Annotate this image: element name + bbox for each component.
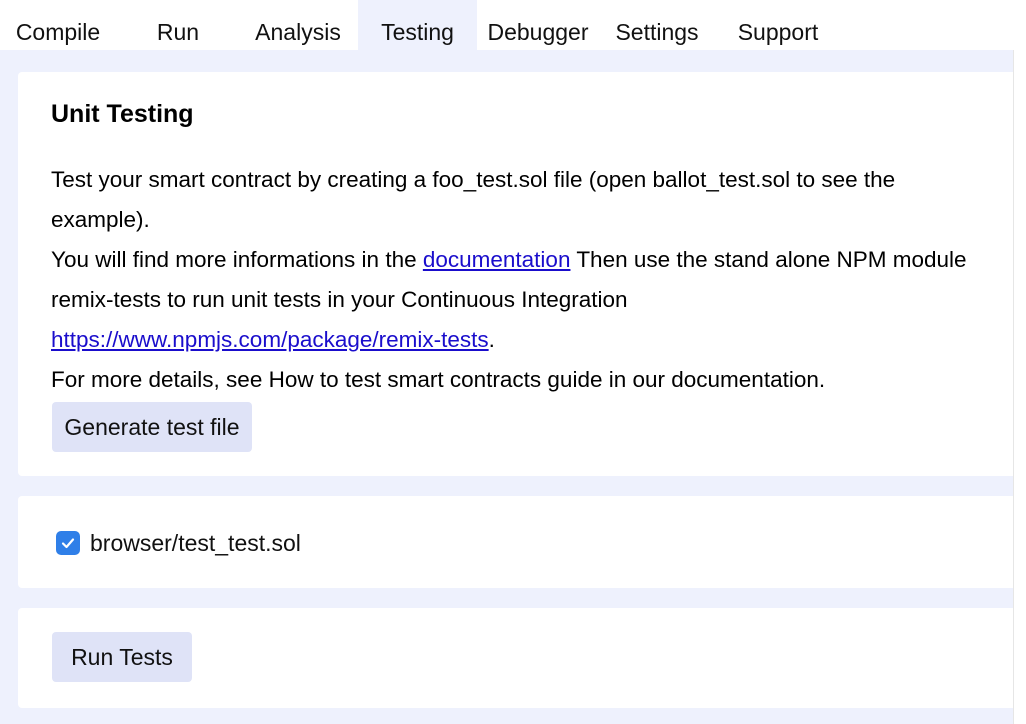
- description-line-3: For more details, see How to test smart …: [51, 367, 826, 392]
- test-file-row: browser/test_test.sol: [56, 530, 301, 556]
- npm-link-suffix: .: [488, 327, 495, 352]
- test-files-card: browser/test_test.sol: [18, 496, 1013, 588]
- page-title: Unit Testing: [51, 100, 194, 128]
- description-line-2: You will find more informations in the d…: [51, 240, 981, 360]
- npm-package-link[interactable]: https://www.npmjs.com/package/remix-test…: [51, 327, 489, 352]
- tab-analysis[interactable]: Analysis: [240, 0, 356, 50]
- test-file-checkbox[interactable]: [56, 531, 80, 555]
- documentation-link[interactable]: documentation: [423, 247, 571, 272]
- tab-run[interactable]: Run: [120, 0, 236, 50]
- run-tests-button[interactable]: Run Tests: [52, 632, 192, 682]
- scrollbar[interactable]: [1013, 50, 1026, 724]
- tab-debugger[interactable]: Debugger: [480, 0, 596, 50]
- tab-testing[interactable]: Testing: [358, 0, 477, 50]
- tab-settings[interactable]: Settings: [599, 0, 715, 50]
- generate-test-file-button[interactable]: Generate test file: [52, 402, 252, 452]
- tab-bar: Compile Run Analysis Testing Debugger Se…: [0, 0, 1026, 50]
- test-file-label: browser/test_test.sol: [90, 529, 301, 556]
- tab-support[interactable]: Support: [719, 0, 837, 50]
- unit-testing-description: Test your smart contract by creating a f…: [51, 160, 981, 400]
- run-tests-card: Run Tests: [18, 608, 1013, 708]
- checkmark-icon: [61, 538, 75, 549]
- description-line-2-prefix: You will find more informations in the: [51, 247, 423, 272]
- description-line-1: Test your smart contract by creating a f…: [51, 167, 896, 232]
- unit-testing-card: Unit Testing Test your smart contract by…: [18, 72, 1013, 476]
- tab-compile[interactable]: Compile: [0, 0, 116, 50]
